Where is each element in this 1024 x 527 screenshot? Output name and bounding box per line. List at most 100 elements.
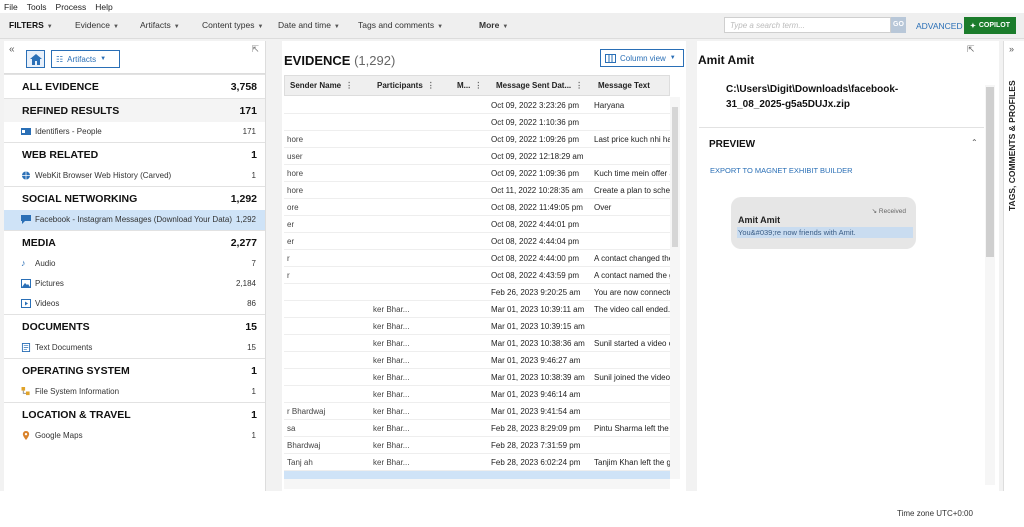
- table-row[interactable]: sa ker Bhar... Feb 28, 2023 8:29:09 pm Pint…: [284, 420, 670, 437]
- table-row[interactable]: r Oct 08, 2022 4:43:59 pm A contact named …: [284, 267, 670, 284]
- column-label: M...: [457, 81, 471, 90]
- subcategory-audio[interactable]: ♪ Audio 7: [4, 254, 265, 274]
- filter-bar: FILTERS ▼ Evidence ▼ Artifacts ▼ Content ty…: [0, 13, 1024, 39]
- table-row[interactable]: ker Bhar... Mar 01, 2023 9:46:14 am: [284, 386, 670, 403]
- filter-evidence[interactable]: Evidence ▼: [75, 20, 119, 30]
- category-refined-results[interactable]: REFINED RESULTS 171: [4, 98, 265, 122]
- column-participants[interactable]: Participants ⋮: [377, 81, 435, 90]
- column-menu-icon[interactable]: ⋮: [427, 81, 435, 90]
- menu-tools[interactable]: Tools: [27, 2, 47, 12]
- participants-cell: ker Bhar...: [373, 458, 410, 467]
- detail-title: Amit Amit: [698, 53, 755, 67]
- pin-icon[interactable]: ⇱: [967, 44, 975, 54]
- category-operating-system[interactable]: OPERATING SYSTEM 1: [4, 358, 265, 382]
- sender-cell: ore: [287, 203, 299, 212]
- table-row[interactable]: [284, 471, 670, 479]
- category-location-travel[interactable]: LOCATION & TRAVEL 1: [4, 402, 265, 426]
- chevron-down-icon: ▼: [333, 24, 340, 30]
- table-row[interactable]: Tanj ah ker Bhar... Feb 28, 2023 6:02:24 p…: [284, 454, 670, 471]
- date-cell: Feb 26, 2023 9:20:25 am: [491, 288, 581, 297]
- table-row[interactable]: ore Oct 08, 2022 11:49:05 pm Over: [284, 199, 670, 216]
- table-row[interactable]: r Oct 08, 2022 4:44:00 pm A contact change…: [284, 250, 670, 267]
- category-social-networking[interactable]: SOCIAL NETWORKING 1,292: [4, 186, 265, 210]
- subcategory-file-system[interactable]: File System Information 1: [4, 382, 265, 402]
- filter-artifacts[interactable]: Artifacts ▼: [140, 20, 180, 30]
- menu-process[interactable]: Process: [56, 2, 87, 12]
- copilot-button[interactable]: ✦ COPILOT: [964, 17, 1016, 34]
- filter-content-types[interactable]: Content types ▼: [202, 20, 263, 30]
- tags-comments-profiles-tab[interactable]: » TAGS, COMMENTS & PROFILES: [1003, 41, 1024, 491]
- category-documents[interactable]: DOCUMENTS 15: [4, 314, 265, 338]
- table-row[interactable]: er Oct 08, 2022 4:44:04 pm: [284, 233, 670, 250]
- column-menu-icon[interactable]: ⋮: [575, 81, 583, 90]
- table-row[interactable]: hore Oct 09, 2022 1:09:26 pm Last price ku…: [284, 131, 670, 148]
- search-input[interactable]: Type a search term...: [724, 17, 891, 33]
- column-message-text[interactable]: Message Text: [598, 81, 650, 90]
- advanced-link[interactable]: ADVANCED: [916, 21, 963, 31]
- table-row[interactable]: Oct 09, 2022 1:10:36 pm: [284, 114, 670, 131]
- pin-icon[interactable]: ⇱: [251, 44, 259, 55]
- column-m[interactable]: M... ⋮: [457, 81, 482, 90]
- table-row[interactable]: Feb 26, 2023 9:20:25 am You are now conne…: [284, 284, 670, 301]
- filter-tags-comments[interactable]: Tags and comments ▼: [358, 20, 443, 30]
- collapse-left-icon[interactable]: «: [9, 44, 15, 55]
- subcategory-identifiers-people[interactable]: Identifiers - People 171: [4, 122, 265, 142]
- column-message-sent-date[interactable]: Message Sent Dat... ⋮: [496, 81, 583, 90]
- date-cell: Mar 01, 2023 10:39:15 am: [491, 322, 585, 331]
- detail-vertical-scrollbar[interactable]: [985, 85, 995, 485]
- category-media[interactable]: MEDIA 2,277: [4, 230, 265, 254]
- category-web-related[interactable]: WEB RELATED 1: [4, 142, 265, 166]
- table-row[interactable]: ker Bhar... Mar 01, 2023 9:46:27 am: [284, 352, 670, 369]
- subcategory-webkit-history[interactable]: WebKit Browser Web History (Carved) 1: [4, 166, 265, 186]
- table-vertical-scrollbar[interactable]: [670, 97, 680, 479]
- export-exhibit-link[interactable]: EXPORT TO MAGNET EXHIBIT BUILDER: [710, 166, 853, 175]
- column-menu-icon[interactable]: ⋮: [474, 81, 482, 90]
- filter-more[interactable]: More ▼: [479, 20, 508, 30]
- menu-help[interactable]: Help: [95, 2, 112, 12]
- go-button[interactable]: GO: [891, 17, 906, 33]
- column-menu-icon[interactable]: ⋮: [345, 81, 353, 90]
- scrollbar-thumb[interactable]: [672, 107, 678, 247]
- column-label: Message Text: [598, 81, 650, 90]
- table-row[interactable]: hore Oct 11, 2022 10:28:35 am Create a pla…: [284, 182, 670, 199]
- table-row[interactable]: ker Bhar... Mar 01, 2023 10:38:39 am Sunil…: [284, 369, 670, 386]
- column-view-dropdown[interactable]: Column view ▼: [600, 49, 684, 67]
- category-name: DOCUMENTS: [22, 321, 90, 333]
- subcategory-text-documents[interactable]: Text Documents 15: [4, 338, 265, 358]
- table-row[interactable]: ker Bhar... Mar 01, 2023 10:39:11 am The v…: [284, 301, 670, 318]
- date-cell: Mar 01, 2023 10:38:39 am: [491, 373, 585, 382]
- subcategory-facebook-instagram[interactable]: Facebook - Instagram Messages (Download …: [4, 210, 265, 230]
- preview-section: PREVIEW ⌃ EXPORT TO MAGNET EXHIBIT BUILD…: [699, 127, 984, 491]
- collapse-up-icon[interactable]: ⌃: [971, 138, 978, 147]
- scrollbar-thumb[interactable]: [986, 87, 994, 257]
- artifacts-view-dropdown[interactable]: ☷ Artifacts ▼: [51, 50, 120, 68]
- subcategory-google-maps[interactable]: Google Maps 1: [4, 426, 265, 446]
- tree-view-icon: ☷: [56, 54, 64, 64]
- category-all-evidence[interactable]: ALL EVIDENCE 3,758: [4, 74, 265, 98]
- sender-cell: Tanj ah: [287, 458, 313, 467]
- date-cell: Oct 08, 2022 11:49:05 pm: [491, 203, 583, 212]
- table-horizontal-scrollbar[interactable]: [284, 479, 670, 489]
- subcategory-videos[interactable]: Videos 86: [4, 294, 265, 314]
- table-row[interactable]: r Bhardwaj ker Bhar... Mar 01, 2023 9:41:5…: [284, 403, 670, 420]
- table-row[interactable]: er Oct 08, 2022 4:44:01 pm: [284, 216, 670, 233]
- home-icon: [29, 53, 42, 65]
- subcategory-pictures[interactable]: Pictures 2,184: [4, 274, 265, 294]
- expand-right-icon[interactable]: »: [1009, 44, 1014, 54]
- table-row[interactable]: ker Bhar... Mar 01, 2023 10:38:36 am Sunil…: [284, 335, 670, 352]
- message-text-cell: Last price kuch nhi hai: [594, 135, 670, 144]
- table-row[interactable]: ker Bhar... Mar 01, 2023 10:39:15 am: [284, 318, 670, 335]
- table-row[interactable]: Oct 09, 2022 3:23:26 pm Haryana: [284, 97, 670, 114]
- chevron-down-icon: ▼: [46, 24, 53, 30]
- filter-date-time[interactable]: Date and time ▼: [278, 20, 340, 30]
- filters-dropdown[interactable]: FILTERS ▼: [9, 20, 53, 30]
- timezone-indicator: Time zone UTC+0:00: [897, 509, 973, 518]
- table-row[interactable]: Bhardwaj ker Bhar... Feb 28, 2023 7:31:59 …: [284, 437, 670, 454]
- home-button[interactable]: [26, 50, 45, 68]
- globe-icon: [21, 171, 31, 180]
- column-sender-name[interactable]: Sender Name ⋮: [290, 81, 353, 90]
- table-row[interactable]: hore Oct 09, 2022 1:09:36 pm Kuch time mei…: [284, 165, 670, 182]
- menu-file[interactable]: File: [4, 2, 18, 12]
- table-row[interactable]: user Oct 09, 2022 12:18:29 am: [284, 148, 670, 165]
- participants-cell: ker Bhar...: [373, 373, 410, 382]
